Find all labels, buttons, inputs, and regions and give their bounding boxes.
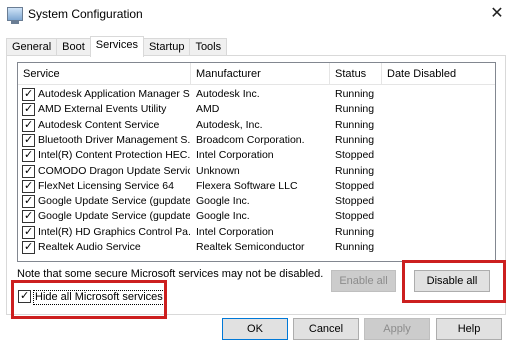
table-row[interactable]: Realtek Audio Service Realtek Semiconduct… <box>18 240 495 255</box>
status-cell: Stopped <box>335 179 375 192</box>
table-row[interactable]: Intel(R) HD Graphics Control Pa... Intel … <box>18 225 495 240</box>
table-row[interactable]: Autodesk Content Service Autodesk, Inc. Ru… <box>18 118 495 133</box>
apply-button[interactable]: Apply <box>364 318 430 340</box>
service-checkbox[interactable] <box>22 225 35 239</box>
service-name-cell: Bluetooth Driver Management S... <box>38 133 190 146</box>
column-header-status[interactable]: Status <box>330 63 382 85</box>
table-row[interactable]: Bluetooth Driver Management S... Broadcom… <box>18 133 495 148</box>
tab-strip: General Boot Services Startup Tools <box>6 36 228 57</box>
service-name-cell: Google Update Service (gupdate) <box>38 195 190 208</box>
service-name-cell: Google Update Service (gupdatem) <box>38 210 190 223</box>
service-name-cell: Intel(R) HD Graphics Control Pa... <box>38 225 190 238</box>
date-disabled-cell <box>387 118 472 133</box>
tab-tools[interactable]: Tools <box>189 38 228 56</box>
manufacturer-cell: Google Inc. <box>196 210 250 223</box>
highlight-box-hide-microsoft <box>11 280 167 319</box>
service-name-cell: AMD External Events Utility <box>38 103 167 116</box>
service-checkbox[interactable] <box>22 179 35 193</box>
table-row[interactable]: Autodesk Application Manager S... Autodes… <box>18 87 495 102</box>
title-bar: System Configuration ✕ <box>0 0 512 30</box>
service-checkbox[interactable] <box>22 209 35 224</box>
services-list[interactable]: Service Manufacturer Status Date Disable… <box>17 62 496 262</box>
tab-boot[interactable]: Boot <box>56 38 91 56</box>
service-checkbox[interactable] <box>22 240 35 254</box>
list-header: Service Manufacturer Status Date Disable… <box>18 63 495 85</box>
enable-all-button[interactable]: Enable all <box>331 270 396 292</box>
service-checkbox[interactable] <box>22 87 35 101</box>
date-disabled-cell <box>387 164 472 179</box>
service-name-cell: Autodesk Content Service <box>38 118 160 131</box>
table-row[interactable]: AMD External Events Utility AMD Running <box>18 102 495 117</box>
manufacturer-cell: AMD <box>196 103 220 116</box>
service-name-cell: Autodesk Application Manager S... <box>38 88 190 100</box>
service-checkbox[interactable] <box>22 148 35 163</box>
date-disabled-cell <box>387 87 472 102</box>
service-name-cell: Realtek Audio Service <box>38 241 141 253</box>
table-row[interactable]: FlexNet Licensing Service 64 Flexera Soft… <box>18 179 495 194</box>
date-disabled-cell <box>387 209 472 224</box>
service-name-cell: COMODO Dragon Update Service <box>38 164 190 177</box>
service-checkbox[interactable] <box>22 102 35 117</box>
manufacturer-cell: Realtek Semiconductor <box>196 241 305 253</box>
status-cell: Running <box>335 133 375 146</box>
service-checkbox[interactable] <box>22 133 35 147</box>
system-config-icon <box>7 7 23 24</box>
service-checkbox[interactable] <box>22 164 35 178</box>
tab-general[interactable]: General <box>6 38 58 56</box>
manufacturer-cell: Google Inc. <box>196 195 250 208</box>
manufacturer-cell: Flexera Software LLC <box>196 179 298 192</box>
status-cell: Running <box>335 118 375 131</box>
service-name-cell: FlexNet Licensing Service 64 <box>38 179 174 192</box>
status-cell: Stopped <box>335 195 375 208</box>
table-row[interactable]: Google Update Service (gupdate) Google In… <box>18 194 495 209</box>
highlight-box-disable-all <box>402 260 506 303</box>
table-row[interactable]: Intel(R) Content Protection HEC... Intel … <box>18 148 495 163</box>
status-cell: Running <box>335 88 375 100</box>
status-cell: Stopped <box>335 210 375 223</box>
manufacturer-cell: Autodesk, Inc. <box>196 118 263 131</box>
window-title: System Configuration <box>28 7 143 21</box>
column-header-manufacturer[interactable]: Manufacturer <box>191 63 330 85</box>
date-disabled-cell <box>387 179 472 194</box>
date-disabled-cell <box>387 133 472 148</box>
tab-services[interactable]: Services <box>89 36 144 57</box>
column-header-date-disabled[interactable]: Date Disabled <box>382 63 472 85</box>
service-name-cell: Intel(R) Content Protection HEC... <box>38 149 190 162</box>
manufacturer-cell: Intel Corporation <box>196 149 274 162</box>
status-cell: Running <box>335 103 375 116</box>
date-disabled-cell <box>387 148 472 163</box>
ok-button[interactable]: OK <box>222 318 288 340</box>
table-row[interactable]: COMODO Dragon Update Service Unknown Runni… <box>18 164 495 179</box>
status-cell: Running <box>335 164 375 177</box>
date-disabled-cell <box>387 225 472 240</box>
date-disabled-cell <box>387 194 472 209</box>
close-button[interactable]: ✕ <box>482 0 512 30</box>
service-checkbox[interactable] <box>22 194 35 209</box>
status-cell: Running <box>335 225 375 238</box>
secure-services-note: Note that some secure Microsoft services… <box>17 268 324 280</box>
manufacturer-cell: Broadcom Corporation. <box>196 133 305 146</box>
cancel-button[interactable]: Cancel <box>293 318 359 340</box>
manufacturer-cell: Autodesk Inc. <box>196 88 260 100</box>
service-checkbox[interactable] <box>22 118 35 132</box>
date-disabled-cell <box>387 102 472 117</box>
manufacturer-cell: Intel Corporation <box>196 225 274 238</box>
status-cell: Running <box>335 241 375 253</box>
manufacturer-cell: Unknown <box>196 164 240 177</box>
table-row[interactable]: Google Update Service (gupdatem) Google I… <box>18 209 495 224</box>
column-header-service[interactable]: Service <box>18 63 191 85</box>
date-disabled-cell <box>387 240 472 255</box>
tab-startup[interactable]: Startup <box>142 38 191 56</box>
help-button[interactable]: Help <box>436 318 502 340</box>
status-cell: Stopped <box>335 149 375 162</box>
